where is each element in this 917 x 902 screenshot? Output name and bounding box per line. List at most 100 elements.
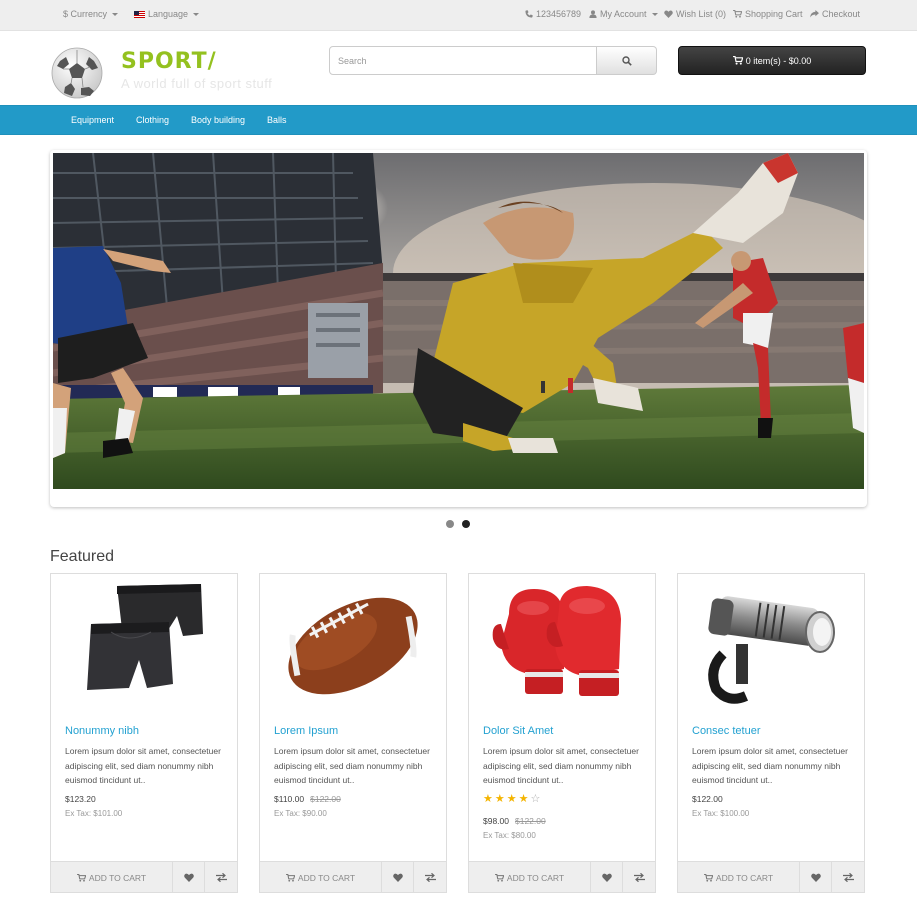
add-to-cart-button[interactable]: ADD TO CART <box>260 862 382 893</box>
product-ex-tax: Ex Tax: $90.00 <box>274 809 327 818</box>
product-ex-tax: Ex Tax: $80.00 <box>483 831 536 840</box>
menu-item-body-building[interactable]: Body building <box>191 115 245 125</box>
star-filled-icon: ★ <box>483 793 493 805</box>
cart-icon <box>76 873 86 882</box>
add-to-cart-button[interactable]: ADD TO CART <box>469 862 591 893</box>
uk-flag-icon <box>134 10 145 18</box>
phone-icon <box>525 10 533 18</box>
product-card: Nonummy nibh Lorem ipsum dolor sit amet,… <box>50 573 238 893</box>
add-to-wishlist-button[interactable] <box>382 862 414 893</box>
product-price: $122.00 <box>692 794 723 804</box>
cart-button[interactable]: 0 item(s) - $0.00 <box>678 46 866 75</box>
star-filled-icon: ★ <box>518 793 529 805</box>
search-button[interactable] <box>597 46 657 75</box>
soccer-ball-logo-icon[interactable] <box>50 47 104 99</box>
price-current: $110.00 <box>274 794 305 804</box>
product-name[interactable]: Nonummy nibh <box>65 725 139 737</box>
currency-label: $ Currency <box>63 9 108 19</box>
price-current: $123.20 <box>65 794 96 804</box>
product-description: Lorem ipsum dolor sit amet, consectetuer… <box>65 746 221 785</box>
add-to-wishlist-button[interactable] <box>591 862 623 893</box>
shopping-cart-label: Shopping Cart <box>745 9 803 19</box>
phone-link[interactable]: 123456789 <box>525 9 581 19</box>
my-account-label: My Account <box>600 9 647 19</box>
product-ex-tax: Ex Tax: $100.00 <box>692 809 750 818</box>
compare-button[interactable] <box>623 862 655 893</box>
product-card: Consec tetuer Lorem ipsum dolor sit amet… <box>677 573 865 893</box>
heart-icon <box>810 873 821 882</box>
my-account-dropdown[interactable]: My Account <box>589 9 658 19</box>
menu-item-balls[interactable]: Balls <box>267 115 287 125</box>
product-ex-tax: Ex Tax: $101.00 <box>65 809 123 818</box>
featured-heading: Featured <box>50 548 115 565</box>
product-rating: ★ ★ ★ ★ ☆ <box>483 794 540 805</box>
exchange-icon <box>842 873 854 882</box>
wish-list-link[interactable]: Wish List (0) <box>664 9 726 19</box>
product-name[interactable]: Lorem Ipsum <box>274 725 338 737</box>
star-filled-icon: ★ <box>494 793 505 805</box>
price-current: $122.00 <box>692 794 723 804</box>
slide-dot-2-active[interactable] <box>462 520 470 528</box>
search-bar <box>329 46 657 75</box>
stadium-goalkeeper-image <box>53 153 864 489</box>
exchange-icon <box>215 873 227 882</box>
currency-dropdown[interactable]: $ Currency <box>63 9 119 19</box>
product-actions: ADD TO CART <box>51 861 237 893</box>
price-current: $98.00 <box>483 816 509 826</box>
search-input[interactable] <box>329 46 597 75</box>
search-icon <box>621 55 632 66</box>
menu-item-clothing[interactable]: Clothing <box>136 115 169 125</box>
logo-tagline: A world full of sport stuff <box>121 76 273 91</box>
cart-total-label: 0 item(s) - $0.00 <box>745 55 812 66</box>
menu-item-equipment[interactable]: Equipment <box>71 115 114 125</box>
add-to-cart-label: ADD TO CART <box>715 872 774 883</box>
price-old: $122.00 <box>310 794 341 804</box>
logo-title[interactable]: SPORT/ <box>121 49 217 74</box>
cart-icon <box>494 873 504 882</box>
heart-icon <box>392 873 403 882</box>
compare-button[interactable] <box>205 862 237 893</box>
user-icon <box>589 10 597 18</box>
language-dropdown[interactable]: Language <box>134 9 200 19</box>
product-image-shorts[interactable] <box>51 574 237 716</box>
product-description: Lorem ipsum dolor sit amet, consectetuer… <box>483 746 639 785</box>
add-to-cart-button[interactable]: ADD TO CART <box>51 862 173 893</box>
product-price: $98.00 $122.00 <box>483 816 546 826</box>
product-name[interactable]: Consec tetuer <box>692 725 760 737</box>
product-actions: ADD TO CART <box>678 861 864 893</box>
add-to-wishlist-button[interactable] <box>800 862 832 893</box>
product-description: Lorem ipsum dolor sit amet, consectetuer… <box>274 746 430 785</box>
main-menu: Equipment Clothing Body building Balls <box>0 105 917 135</box>
exchange-icon <box>633 873 645 882</box>
language-label: Language <box>148 9 189 19</box>
product-name[interactable]: Dolor Sit Amet <box>483 725 553 737</box>
add-to-cart-label: ADD TO CART <box>297 872 356 883</box>
heart-icon <box>664 10 673 18</box>
chevron-down-icon <box>193 12 200 16</box>
chevron-down-icon <box>112 12 119 16</box>
slide-dot-1[interactable] <box>446 520 454 528</box>
product-actions: ADD TO CART <box>469 861 655 893</box>
product-card: Lorem Ipsum Lorem ipsum dolor sit amet, … <box>259 573 447 893</box>
compare-button[interactable] <box>832 862 864 893</box>
cart-icon <box>733 10 742 18</box>
cart-icon <box>285 873 295 882</box>
checkout-link[interactable]: Checkout <box>810 9 860 19</box>
slide-image[interactable] <box>53 153 864 489</box>
share-arrow-icon <box>810 10 819 18</box>
compare-button[interactable] <box>414 862 446 893</box>
product-image-boxing-gloves[interactable] <box>469 574 655 716</box>
wish-list-label: Wish List (0) <box>676 9 727 19</box>
product-price: $110.00 $122.00 <box>274 794 341 804</box>
star-empty-icon: ☆ <box>530 793 541 805</box>
add-to-cart-label: ADD TO CART <box>88 872 147 883</box>
shopping-cart-link[interactable]: Shopping Cart <box>733 9 803 19</box>
product-description: Lorem ipsum dolor sit amet, consectetuer… <box>692 746 848 785</box>
add-to-wishlist-button[interactable] <box>173 862 205 893</box>
product-card: Dolor Sit Amet Lorem ipsum dolor sit ame… <box>468 573 656 893</box>
chevron-down-icon <box>651 12 658 16</box>
product-image-bike-light[interactable] <box>678 574 864 716</box>
add-to-cart-button[interactable]: ADD TO CART <box>678 862 800 893</box>
star-filled-icon: ★ <box>506 793 517 805</box>
product-image-football[interactable] <box>260 574 446 716</box>
